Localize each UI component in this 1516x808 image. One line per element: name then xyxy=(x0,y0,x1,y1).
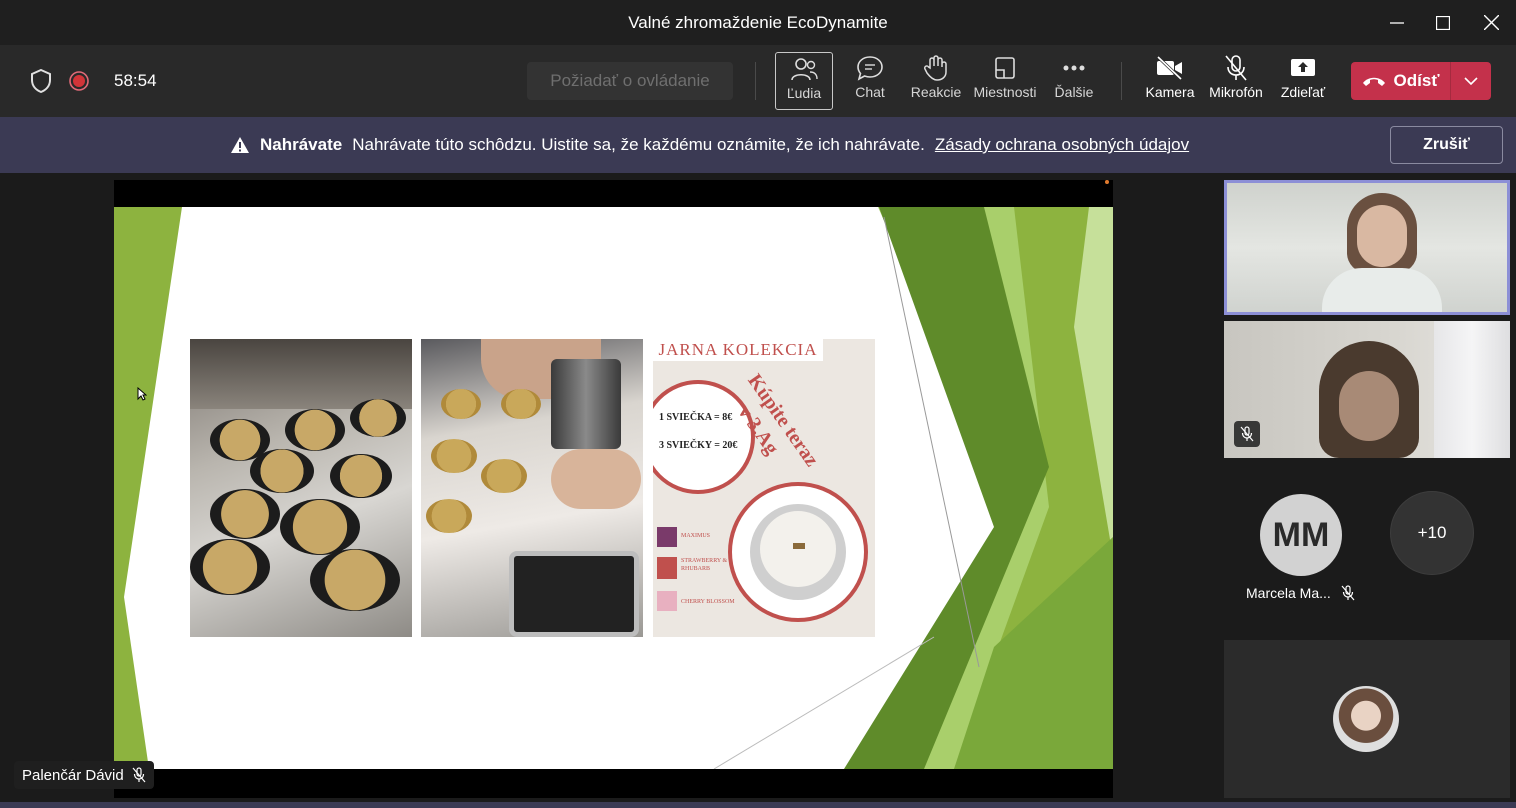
close-icon xyxy=(1483,15,1499,30)
cancel-recording-button[interactable]: Zrušiť xyxy=(1390,126,1503,164)
bottom-progress-strip xyxy=(0,802,1516,808)
recording-banner: Nahrávate Nahrávate túto schôdzu. Uistit… xyxy=(0,117,1516,173)
mic-off-icon xyxy=(132,767,146,783)
candle-tins-photo xyxy=(190,339,412,637)
chat-button[interactable]: Chat xyxy=(845,52,895,110)
chevron-down-icon xyxy=(1464,77,1478,85)
chat-label: Chat xyxy=(855,84,885,100)
poster-scent-2: STRAWBERRY & RHUBARB xyxy=(681,558,728,572)
mic-off-icon xyxy=(1240,426,1254,442)
camera-button[interactable]: Kamera xyxy=(1145,52,1195,110)
pouring-wax-photo xyxy=(421,339,643,637)
poster-scent-3: CHERRY BLOSSOM xyxy=(681,599,735,605)
recording-icon xyxy=(69,71,89,91)
mic-off-icon xyxy=(1225,55,1247,81)
meeting-toolbar: 58:54 Požiadať o ovládanie Ľudia Chat Re… xyxy=(0,45,1516,117)
poster-scent-1: MAXIMUS xyxy=(681,533,711,539)
request-control-button[interactable]: Požiadať o ovládanie xyxy=(527,62,733,100)
close-button[interactable] xyxy=(1468,0,1514,45)
rooms-button[interactable]: Miestnosti xyxy=(972,52,1038,110)
mic-off-icon xyxy=(1341,585,1355,601)
self-avatar xyxy=(1333,686,1399,752)
more-participants-count: +10 xyxy=(1417,523,1447,542)
participant-video-1[interactable] xyxy=(1224,180,1510,315)
participant-name: Marcela Ma... xyxy=(1246,585,1331,601)
reactions-button[interactable]: Reakcie xyxy=(908,52,964,110)
participant-muted-badge xyxy=(1234,421,1260,447)
rooms-label: Miestnosti xyxy=(973,84,1037,100)
participant-video-2[interactable] xyxy=(1224,321,1510,458)
more-options-icon xyxy=(1063,65,1085,71)
minimize-button[interactable] xyxy=(1374,0,1420,45)
poster-price-2: 3 SVIEČKY = 20€ xyxy=(659,440,738,451)
more-label: Ďalšie xyxy=(1054,84,1094,100)
poster-price-1: 1 SVIEČKA = 8€ xyxy=(659,412,733,423)
shield-icon[interactable] xyxy=(30,69,52,93)
share-screen-icon xyxy=(1291,59,1315,76)
camera-off-icon xyxy=(1156,56,1183,80)
camera-label: Kamera xyxy=(1145,84,1195,100)
chat-icon xyxy=(857,56,883,81)
toolbar-divider xyxy=(1121,62,1122,100)
breakout-rooms-icon xyxy=(995,57,1015,79)
participant-name-row: Marcela Ma... xyxy=(1246,585,1355,601)
people-label: Ľudia xyxy=(786,85,822,101)
reactions-label: Reakcie xyxy=(910,84,962,100)
leave-button-group: Odísť xyxy=(1351,62,1491,100)
participant-initials: MM xyxy=(1272,515,1330,554)
share-label: Zdieľať xyxy=(1280,84,1326,100)
privacy-policy-link[interactable]: Zásady ochrana osobných údajov xyxy=(935,135,1189,155)
leave-button[interactable]: Odísť xyxy=(1351,62,1451,100)
meeting-timer: 58:54 xyxy=(114,71,157,90)
presenter-name-tag: Palenčár Dávid xyxy=(14,761,154,789)
title-bar: Valné zhromaždenie EcoDynamite xyxy=(0,0,1516,45)
self-view-tile[interactable] xyxy=(1224,640,1510,798)
more-button[interactable]: Ďalšie xyxy=(1050,52,1098,110)
banner-message: Nahrávate túto schôdzu. Uistite sa, že k… xyxy=(352,135,925,154)
presenter-indicator xyxy=(1105,180,1109,184)
mic-label: Mikrofón xyxy=(1209,84,1263,100)
share-button[interactable]: Zdieľať xyxy=(1277,52,1329,110)
people-icon xyxy=(791,58,818,81)
more-participants-button[interactable]: +10 xyxy=(1390,491,1474,575)
leave-options-dropdown[interactable] xyxy=(1451,62,1491,100)
presenter-name: Palenčár Dávid xyxy=(22,766,124,784)
banner-label: Nahrávate xyxy=(260,135,343,154)
toolbar-divider xyxy=(755,62,756,100)
people-button[interactable]: Ľudia xyxy=(775,52,833,110)
mouse-cursor-icon xyxy=(137,387,147,401)
participant-avatar[interactable]: MM xyxy=(1260,494,1342,576)
raise-hand-icon xyxy=(924,55,947,81)
leave-label: Odísť xyxy=(1393,71,1440,90)
hang-up-icon xyxy=(1362,77,1385,86)
spring-collection-poster: JARNA KOLEKCIA 1 SVIEČKA = 8€ 3 SVIEČKY … xyxy=(653,339,875,637)
warning-icon xyxy=(231,137,249,153)
maximize-icon xyxy=(1436,15,1450,30)
maximize-button[interactable] xyxy=(1420,0,1466,45)
mic-button[interactable]: Mikrofón xyxy=(1207,52,1265,110)
minimize-icon xyxy=(1390,21,1404,24)
window-title: Valné zhromaždenie EcoDynamite xyxy=(628,12,888,32)
presentation-slide: JARNA KOLEKCIA 1 SVIEČKA = 8€ 3 SVIEČKY … xyxy=(114,207,1113,769)
